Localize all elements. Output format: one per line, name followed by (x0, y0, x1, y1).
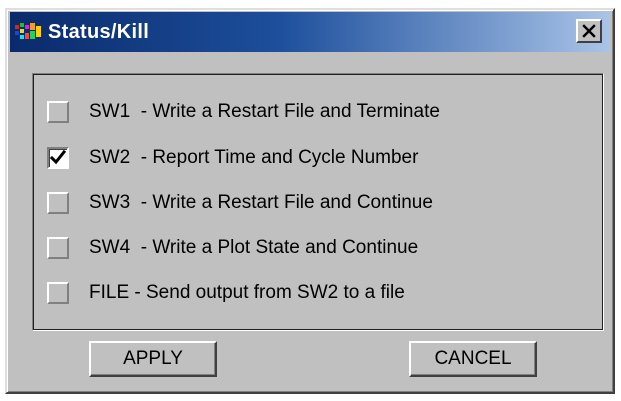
sw1-label: SW1 - Write a Restart File and Terminate (89, 101, 440, 122)
status-kill-dialog: Status/Kill SW1 - Write a Restart File a… (5, 8, 615, 394)
checkmark-icon (50, 150, 66, 165)
apply-button[interactable]: APPLY (89, 341, 217, 377)
sw3-checkbox[interactable] (47, 192, 69, 214)
cancel-button[interactable]: CANCEL (409, 341, 537, 377)
app-icon (15, 23, 45, 41)
file-label: FILE - Send output from SW2 to a file (89, 282, 405, 303)
options-group: SW1 - Write a Restart File and Terminate… (32, 73, 604, 331)
file-checkbox[interactable] (47, 282, 69, 304)
sw4-checkbox[interactable] (47, 237, 69, 259)
sw1-checkbox[interactable] (47, 101, 69, 123)
window-title: Status/Kill (48, 21, 150, 43)
sw3-label: SW3 - Write a Restart File and Continue (89, 192, 433, 213)
close-button[interactable] (576, 19, 602, 43)
title-bar[interactable]: Status/Kill (10, 12, 610, 52)
close-icon (582, 24, 596, 38)
sw2-label: SW2 - Report Time and Cycle Number (89, 147, 419, 168)
sw2-checkbox[interactable] (47, 147, 69, 169)
sw4-label: SW4 - Write a Plot State and Continue (89, 237, 419, 258)
